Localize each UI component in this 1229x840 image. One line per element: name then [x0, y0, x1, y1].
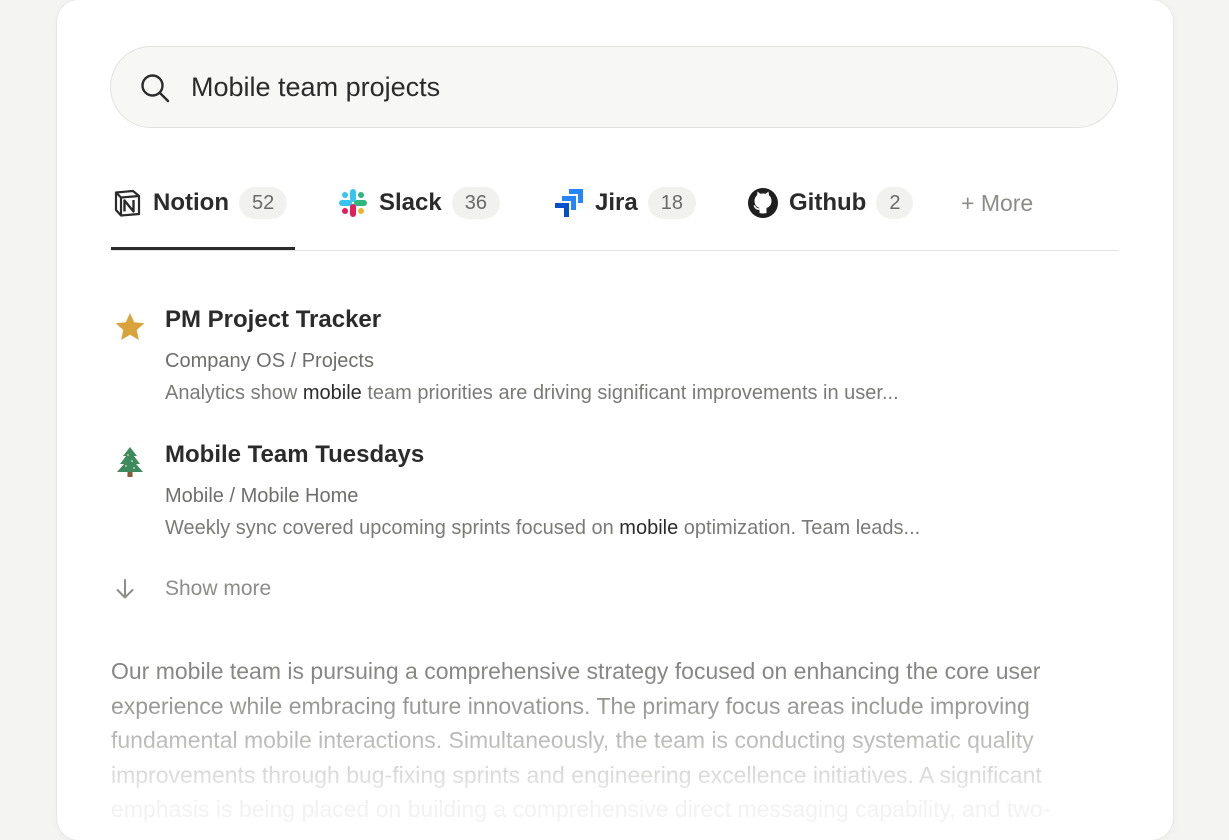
search-results-card: Notion 52 Slack 36 — [57, 0, 1173, 840]
ai-summary-text: Our mobile team is pursuing a comprehens… — [111, 658, 1051, 822]
github-icon — [747, 187, 779, 219]
result-snippet: Weekly sync covered upcoming sprints foc… — [165, 517, 921, 539]
more-sources-button[interactable]: + More — [961, 178, 1033, 228]
result-path: Mobile / Mobile Home — [165, 485, 359, 507]
tab-count-badge: 2 — [876, 187, 914, 219]
jira-icon — [553, 187, 585, 219]
tab-notion[interactable]: Notion 52 — [111, 178, 288, 228]
result-snippet: Analytics show mobile team priorities ar… — [165, 382, 899, 404]
result-title[interactable]: Mobile Team Tuesdays — [165, 441, 424, 469]
result-title[interactable]: PM Project Tracker — [165, 306, 381, 334]
tab-label: Jira — [595, 189, 638, 216]
tab-count-badge: 52 — [238, 187, 288, 219]
tab-label: Slack — [379, 189, 442, 216]
search-input[interactable] — [191, 65, 1071, 109]
source-tabs: Notion 52 Slack 36 Jira 18 Github 2 + Mo… — [111, 178, 1119, 251]
notion-icon — [111, 187, 143, 219]
tab-count-badge: 18 — [647, 187, 696, 219]
search-icon — [141, 74, 170, 103]
active-tab-indicator — [111, 247, 295, 250]
tab-count-badge: 36 — [451, 187, 500, 219]
tab-label: Github — [789, 189, 867, 216]
result-path: Company OS / Projects — [165, 350, 374, 372]
search-bar[interactable] — [110, 46, 1118, 128]
tree-icon — [113, 445, 147, 479]
show-more-button[interactable]: Show more — [113, 574, 271, 604]
snippet-highlight: mobile — [302, 382, 362, 404]
show-more-label: Show more — [165, 577, 272, 600]
star-icon — [113, 310, 147, 344]
snippet-highlight: mobile — [619, 517, 679, 539]
tab-jira[interactable]: Jira 18 — [553, 178, 696, 228]
tab-github[interactable]: Github 2 — [747, 178, 914, 228]
tab-slack[interactable]: Slack 36 — [337, 178, 500, 228]
slack-icon — [337, 187, 369, 219]
arrow-down-icon — [116, 579, 134, 599]
more-label: + More — [961, 189, 1034, 216]
tab-label: Notion — [153, 189, 229, 216]
